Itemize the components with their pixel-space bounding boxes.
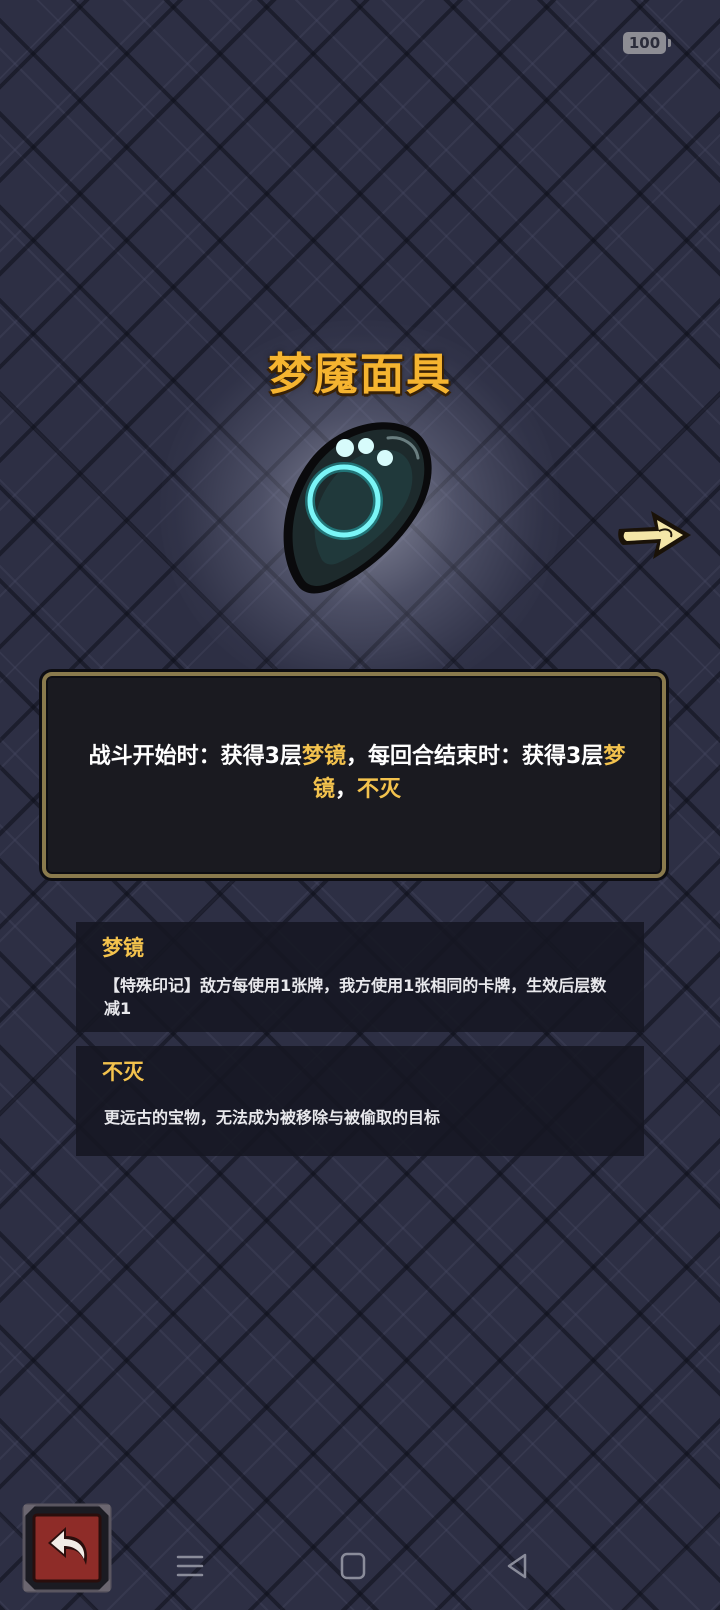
keyword-panel-dream-mirror: 梦镜 【特殊印记】敌方每使用1张牌，我方使用1张相同的卡牌，生效后层数减1 xyxy=(76,922,644,1032)
menu-icon[interactable] xyxy=(170,1548,210,1584)
keyword-panel-immortal: 不灭 更远古的宝物，无法成为被移除与被偷取的目标 xyxy=(76,1046,644,1156)
description-part-1: 战斗开始时：获得3层 xyxy=(88,744,302,769)
keyword-description: 更远古的宝物，无法成为被移除与被偷取的目标 xyxy=(104,1108,441,1127)
description-part-3: ， xyxy=(334,777,357,802)
battery-level: 100 xyxy=(628,34,661,52)
keyword-immortal: 不灭 xyxy=(357,777,402,802)
keyword-title: 梦镜 xyxy=(102,936,144,960)
back-button[interactable] xyxy=(22,1503,112,1593)
relic-title: 梦魇面具 xyxy=(268,349,452,400)
relic-description: 战斗开始时：获得3层梦镜，每回合结束时：获得3层梦镜，不灭 xyxy=(82,740,632,806)
battery-indicator: 100 xyxy=(623,32,671,54)
arrow-right-icon[interactable] xyxy=(615,505,695,565)
keyword-title: 不灭 xyxy=(102,1060,144,1084)
nightmare-mask-icon xyxy=(283,422,432,594)
home-icon[interactable] xyxy=(333,1548,373,1584)
description-part-2: ，每回合结束时：获得3层 xyxy=(346,744,604,769)
keyword-description: 【特殊印记】敌方每使用1张牌，我方使用1张相同的卡牌，生效后层数减1 xyxy=(104,976,607,1018)
back-triangle-icon[interactable] xyxy=(497,1548,537,1584)
relic-description-box: 战斗开始时：获得3层梦镜，每回合结束时：获得3层梦镜，不灭 xyxy=(42,672,666,878)
keyword-dream-mirror: 梦镜 xyxy=(301,744,346,769)
